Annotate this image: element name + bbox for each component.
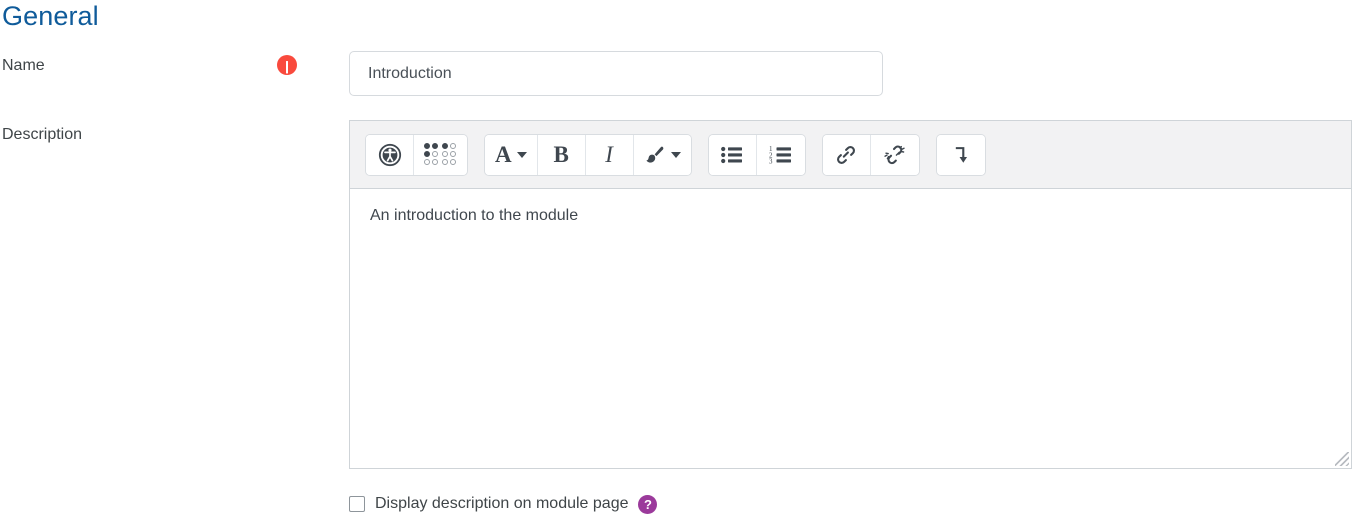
- bold-icon: B: [553, 142, 569, 167]
- bullet-list-icon: [720, 145, 744, 165]
- link-chain-icon: [834, 143, 858, 167]
- resize-grip-icon[interactable]: [1335, 452, 1349, 466]
- description-text: An introduction to the module: [370, 207, 579, 224]
- text-style-group: A B I: [484, 133, 692, 176]
- italic-button[interactable]: I: [585, 134, 634, 175]
- screenreader-helper-button[interactable]: [414, 134, 467, 175]
- highlight-color-button[interactable]: [633, 134, 691, 175]
- font-style-button[interactable]: A: [485, 134, 538, 175]
- chevron-down-icon: [670, 151, 681, 158]
- accessibility-person-icon: [378, 143, 402, 167]
- numbered-list-digit-3: 3: [769, 157, 773, 164]
- bullet-list-button[interactable]: [708, 134, 757, 175]
- show-more-buttons-button[interactable]: [936, 134, 985, 175]
- chevron-down-icon: [516, 151, 527, 158]
- remove-link-button[interactable]: [870, 134, 919, 175]
- accessibility-checker-button[interactable]: [366, 134, 414, 175]
- display-description-row: Display description on module page ?: [349, 494, 658, 514]
- editor-toolbar: A B I 1 2 3: [349, 120, 1352, 188]
- expand-group: [935, 133, 986, 176]
- numbered-list-icon: 1 2 3: [769, 145, 793, 165]
- link-group: [821, 133, 920, 176]
- display-description-label[interactable]: Display description on module page: [375, 494, 628, 514]
- required-exclamation-icon: [277, 55, 297, 75]
- general-settings-form: General Name Description: [0, 0, 1354, 525]
- italic-icon: I: [605, 142, 613, 167]
- name-input[interactable]: [349, 51, 883, 96]
- insert-link-button[interactable]: [822, 134, 871, 175]
- display-description-checkbox[interactable]: [349, 496, 365, 512]
- accessibility-group: [365, 133, 468, 176]
- broken-link-icon: [883, 143, 907, 167]
- name-field-label: Name: [2, 57, 45, 74]
- arrow-turn-down-icon: [950, 144, 972, 166]
- paintbrush-icon: [644, 144, 666, 166]
- description-editor: A B I 1 2 3 An introduction to the modul…: [349, 120, 1352, 469]
- exclamation-mark: [285, 60, 289, 69]
- bold-button[interactable]: B: [537, 134, 586, 175]
- page-title: General: [2, 1, 99, 31]
- description-textarea[interactable]: An introduction to the module: [349, 188, 1352, 469]
- numbered-list-button[interactable]: 1 2 3: [756, 134, 805, 175]
- description-field-label: Description: [2, 126, 83, 143]
- list-group: 1 2 3: [707, 133, 806, 176]
- help-question-icon[interactable]: ?: [638, 494, 658, 514]
- braille-dots-icon: [424, 143, 457, 166]
- letter-a-icon: A: [495, 142, 512, 167]
